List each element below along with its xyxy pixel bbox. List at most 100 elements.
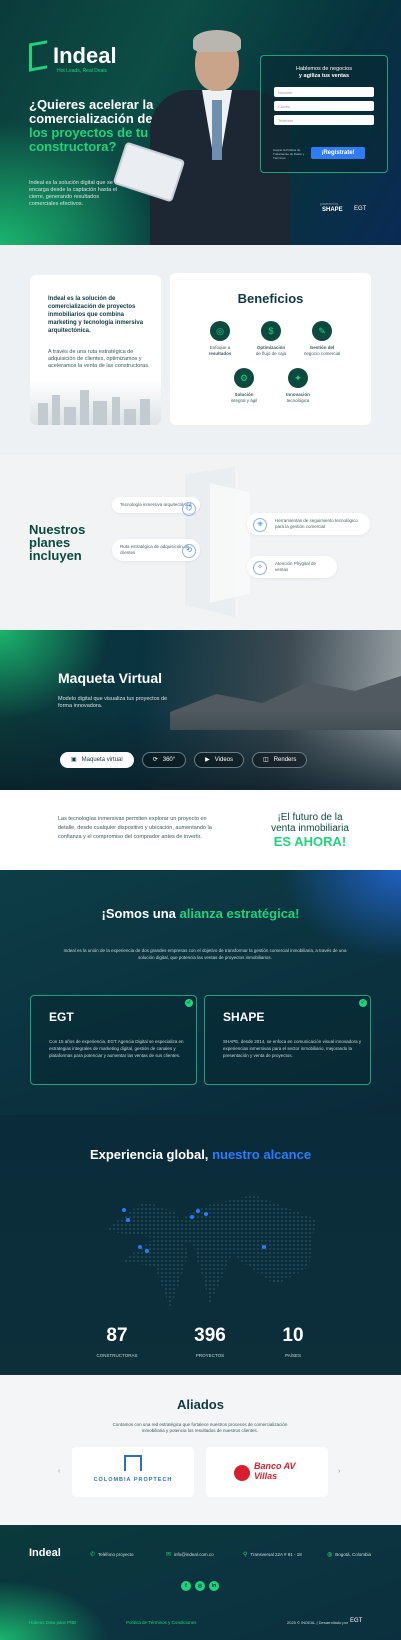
instagram-icon[interactable]: ◎ <box>195 1581 205 1591</box>
copyright: 2025 © INDEAL | Desarrollado por <box>287 1620 349 1625</box>
global-title-blue: nuestro alcance <box>212 1147 312 1162</box>
footer-item-label: Transversal 22A # 81 - 18 <box>250 1552 302 1557</box>
benefit-label: integral y ágil <box>230 398 258 403</box>
stat-number: 87 <box>106 1325 128 1346</box>
slogan-line-1: ¡El futuro de la <box>277 812 343 823</box>
virtual-model-desc: Modelo digital que visualiza tus proyect… <box>58 696 168 709</box>
future-slogan: ¡El futuro de la venta inmobiliaria ES A… <box>255 812 365 849</box>
stat-number: 10 <box>282 1325 304 1346</box>
tab-label: Maqueta virtual <box>81 757 123 763</box>
global-section: Experiencia global, nuestro alcance 87 C… <box>0 1115 401 1375</box>
hero-section: Indeal Hot Leads, Real Deals ¿Quieres ac… <box>0 0 401 245</box>
stat-number: 396 <box>194 1325 226 1346</box>
benefit-item: ⚙ Solución integral y ágil <box>214 368 274 404</box>
about-body: A través de una ruta estratégica de adqu… <box>48 349 150 369</box>
tab-360[interactable]: ⟳ 360° <box>141 752 187 768</box>
tab-virtual-model[interactable]: ▣ Maqueta virtual <box>60 752 134 768</box>
tab-label: Renders <box>273 757 297 763</box>
avvillas-logo: Banco AV Villas <box>254 1461 296 1481</box>
footer-address[interactable]: ⚲ Transversal 22A # 81 - 18 <box>243 1551 302 1558</box>
benefit-label-strong: Gestión del <box>309 345 335 350</box>
partners-title: Aliados <box>177 1397 224 1412</box>
map-marker <box>145 1249 149 1253</box>
global-title: Experiencia global, nuestro alcance <box>0 1147 401 1162</box>
benefit-item: ✎ Gestión del negocio comercial <box>292 321 352 357</box>
logo-word: Indeal <box>53 43 117 68</box>
email-field[interactable]: Correo <box>274 101 374 111</box>
map-marker <box>190 1215 194 1219</box>
about-card: Indeal es la solución de comercializació… <box>30 275 161 425</box>
world-map <box>104 1195 316 1309</box>
next-arrow-icon[interactable]: › <box>338 1468 340 1475</box>
habeas-data-link[interactable]: Habeas Data para PNB <box>29 1620 76 1625</box>
plans-title-3: incluyen <box>29 548 82 563</box>
render-icon: ◫ <box>263 757 269 763</box>
egt-card: ✓ EGT Con 15 años de experiencia, EGT Ag… <box>30 995 197 1085</box>
shape-card: ✓ SHAPE SHAPE, desde 2014, se enfoca en … <box>204 995 371 1085</box>
terms-link[interactable]: Política de Términos y Condiciones <box>126 1620 196 1625</box>
map-marker <box>122 1208 126 1212</box>
proptech-logo: COLOMBIA PROPTECH <box>93 1477 173 1483</box>
stat-projects: 396 PROYECTOS <box>165 1325 255 1358</box>
map-marker <box>204 1212 208 1216</box>
global-title-white: Experiencia global, <box>89 1147 209 1162</box>
solution-icon: ⚙ <box>234 368 254 388</box>
phone-field[interactable]: Teléfono <box>274 115 374 125</box>
form-title-1: Hablemos de negocios <box>296 66 352 72</box>
tab-renders[interactable]: ◫ Renders <box>252 752 308 768</box>
location-icon: ⚲ <box>243 1552 248 1558</box>
plan-item-immersive: Tecnología inmersiva arquitectónica ⌬ <box>112 497 200 516</box>
shape-text: SHAPE, desde 2014, se enfoca en comunica… <box>223 1039 362 1058</box>
indeal-logo[interactable]: Indeal Hot Leads, Real Deals <box>29 40 117 74</box>
shape-logo: SHAPE <box>223 1010 265 1024</box>
logo-tagline: Hot Leads, Real Deals <box>57 68 108 74</box>
egt-footer-logo[interactable]: EGT <box>350 1618 362 1624</box>
headline-white: ¿Quieres acelerar la comercialización de <box>29 97 154 126</box>
linkedin-icon[interactable]: in <box>209 1581 219 1591</box>
map-marker <box>196 1209 200 1213</box>
footer-city: ◍ Bogotá, Colombia <box>327 1551 371 1558</box>
tab-label: 360° <box>162 757 176 763</box>
tab-label: Videos <box>214 757 234 763</box>
benefit-label: tecnológica <box>286 398 310 403</box>
register-button[interactable]: ¡Regístrate! <box>311 147 365 159</box>
check-icon: ✓ <box>185 999 193 1007</box>
powered-by: powered by <box>320 202 339 206</box>
tab-videos[interactable]: ▶ Videos <box>194 752 245 768</box>
alliance-title: ¡Somos una alianza estratégica! <box>0 906 401 921</box>
cube-icon: ▣ <box>71 757 77 763</box>
decor-panel <box>210 483 250 603</box>
partner-logo-card: COLOMBIA PROPTECH <box>72 1447 194 1497</box>
innovation-icon: ✦ <box>288 368 308 388</box>
slogan-line-3: ES AHORA! <box>273 834 347 849</box>
about-section: Indeal es la solución de comercializació… <box>0 245 401 455</box>
benefits-card: Beneficios ◎ Enfoque a resultados $ Opti… <box>170 273 371 425</box>
footer-phone[interactable]: ✆ Teléfono proyecto <box>90 1551 134 1558</box>
mail-icon: ✉ <box>166 1552 172 1558</box>
facebook-icon[interactable]: f <box>181 1581 191 1591</box>
prev-arrow-icon[interactable]: ‹ <box>58 1468 60 1475</box>
footer-email[interactable]: ✉ info@indeal.com.co <box>166 1551 214 1558</box>
globe-icon: ◍ <box>327 1552 333 1558</box>
footer-logo[interactable]: Indeal <box>29 1547 61 1559</box>
map-marker <box>126 1218 130 1222</box>
name-field[interactable]: Nombre <box>274 87 374 97</box>
plan-item-label: Ruta estratégica de adquisición de clien… <box>120 544 190 555</box>
phygital-icon: ✧ <box>253 561 267 575</box>
partners-section: Aliados Contamos con una red estratégica… <box>0 1375 401 1525</box>
future-section: Las tecnologías inmersivas permiten expl… <box>0 790 401 870</box>
media-tabs: ▣ Maqueta virtual ⟳ 360° ▶ Videos ◫ Renders <box>60 752 308 768</box>
footer-item-label: Teléfono proyecto <box>98 1552 134 1557</box>
benefit-label-strong: resultados <box>208 351 232 356</box>
plan-item-label: Herramientas de seguimiento tecnológico … <box>275 518 358 529</box>
city-image <box>30 380 161 425</box>
future-text: Las tecnologías inmersivas permiten expl… <box>58 816 212 840</box>
avvillas-badge-icon <box>234 1465 250 1481</box>
plans-section: Nuestros planes incluyen Tecnología inme… <box>0 455 401 630</box>
plan-item-label: Tecnología inmersiva arquitectónica <box>120 502 192 507</box>
plan-item-phygital: ✧ Atención Phygital de ventas <box>247 556 337 578</box>
shape-logo: SHAPE <box>322 207 343 213</box>
vr-icon: ⌬ <box>182 502 196 516</box>
plan-item-route: Ruta estratégica de adquisición de clien… <box>112 539 200 561</box>
partner-logo-card: Banco AV Villas <box>206 1447 328 1497</box>
